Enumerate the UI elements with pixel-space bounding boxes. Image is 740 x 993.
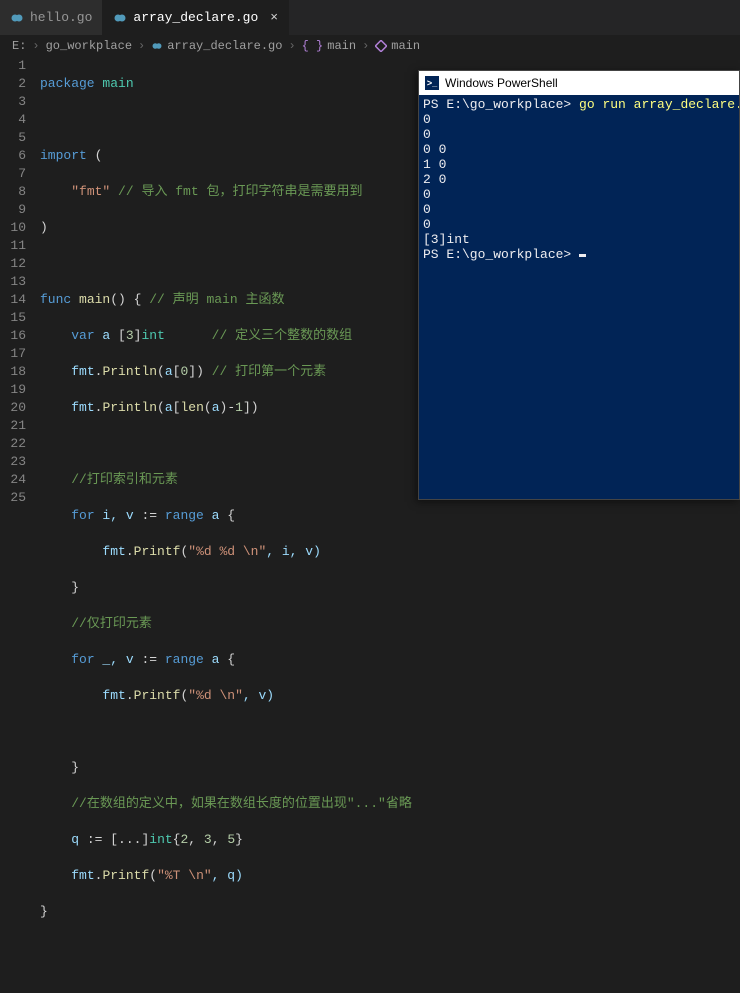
line-gutter: 1 2 3 4 5 6 7 8 9 10 11 12 13 14 15 16 1… <box>0 57 40 500</box>
tab-bar: hello.go array_declare.go × <box>0 0 740 35</box>
chevron-right-icon: › <box>360 39 371 53</box>
breadcrumb-symbol[interactable]: main <box>391 39 420 53</box>
chevron-right-icon: › <box>30 39 41 53</box>
powershell-icon: >_ <box>425 76 439 90</box>
cursor-icon <box>579 254 586 257</box>
tab-label: hello.go <box>30 10 92 25</box>
tab-array-declare[interactable]: array_declare.go × <box>103 0 289 35</box>
powershell-window[interactable]: >_ Windows PowerShell PS E:\go_workplace… <box>418 70 740 500</box>
ps-prompt: PS E:\go_workplace> <box>423 247 579 262</box>
tab-hello[interactable]: hello.go <box>0 0 103 35</box>
breadcrumb: E: › go_workplace › array_declare.go › {… <box>0 35 740 57</box>
powershell-titlebar[interactable]: >_ Windows PowerShell <box>419 71 739 95</box>
powershell-body[interactable]: PS E:\go_workplace> go run array_declare… <box>419 95 739 499</box>
powershell-title: Windows PowerShell <box>445 76 558 90</box>
breadcrumb-scope[interactable]: main <box>327 39 356 53</box>
close-icon[interactable]: × <box>270 10 278 25</box>
function-icon <box>375 40 387 52</box>
breadcrumb-folder[interactable]: go_workplace <box>46 39 132 53</box>
go-file-icon <box>10 11 24 25</box>
breadcrumb-drive[interactable]: E: <box>12 39 26 53</box>
breadcrumb-file[interactable]: array_declare.go <box>167 39 282 53</box>
ps-command: go run array_declare.go <box>571 97 739 112</box>
go-file-icon <box>113 11 127 25</box>
ps-prompt: PS E:\go_workplace> <box>423 97 571 112</box>
ps-output: 0 0 0 0 1 0 2 0 0 0 0 [3]int <box>423 112 470 247</box>
chevron-right-icon: › <box>286 39 297 53</box>
chevron-right-icon: › <box>136 39 147 53</box>
go-file-icon <box>151 40 163 52</box>
tab-label: array_declare.go <box>133 10 258 25</box>
braces-icon: { } <box>302 39 324 53</box>
